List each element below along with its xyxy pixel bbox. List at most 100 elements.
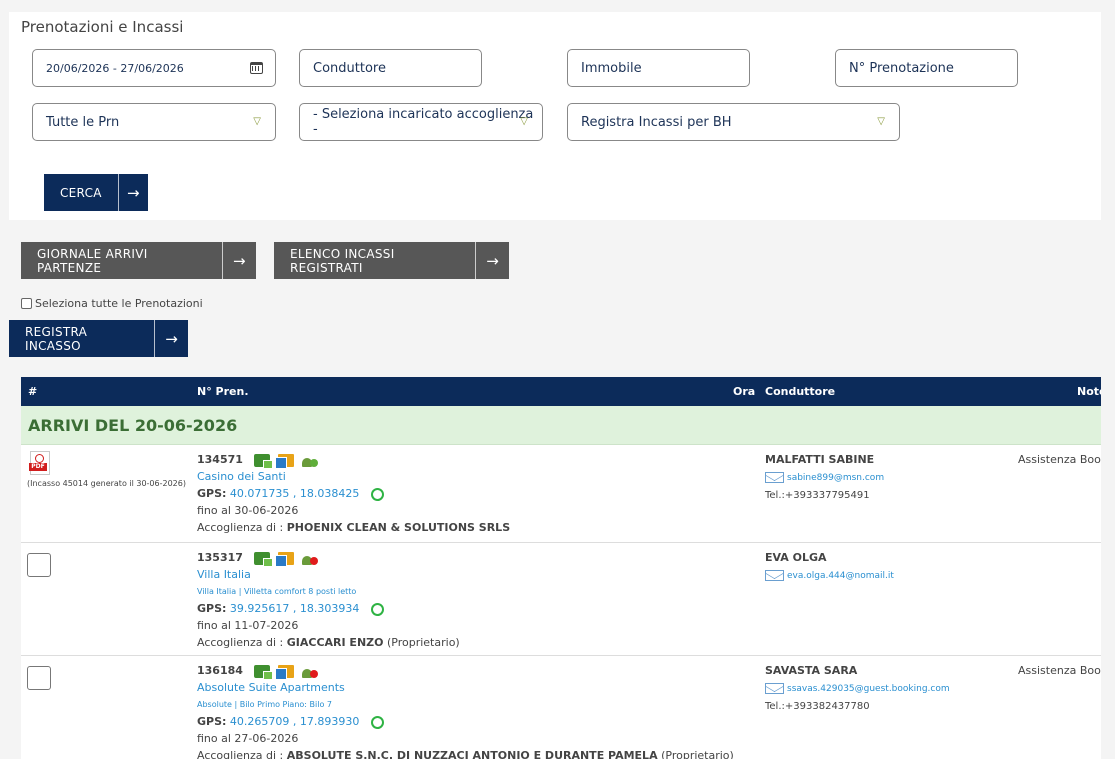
gps-label: GPS: — [197, 602, 227, 615]
prn-select-value: Tutte le Prn — [46, 114, 120, 130]
arrow-right-icon: → — [117, 174, 148, 211]
arrow-right-icon: → — [475, 242, 509, 279]
select-all-checkbox[interactable]: Seleziona tutte le Prenotazioni — [21, 297, 203, 310]
gps-separator: , — [292, 715, 297, 728]
date-range-value: 20/06/2026 - 27/06/2026 — [46, 61, 184, 75]
whatsapp-icon[interactable] — [370, 715, 384, 729]
stay-until: fino al 11-07-2026 — [197, 619, 299, 632]
accoglienza-label: Accoglienza di : — [197, 521, 284, 534]
booking-number[interactable]: 134571 — [197, 453, 243, 466]
envelope-icon — [765, 471, 784, 483]
documents-icon[interactable] — [275, 664, 295, 680]
guest-tel: Tel.:+393337795491 — [765, 490, 870, 501]
gps-lat-link[interactable]: 39.925617 — [230, 602, 290, 615]
calendar-icon[interactable] — [250, 62, 263, 74]
header-ora: Ora — [733, 385, 756, 398]
incaricato-select[interactable]: - Seleziona incaricato accoglienza - ▽ — [299, 103, 543, 141]
gps-label: GPS: — [197, 487, 227, 500]
immobile-input[interactable]: Immobile — [567, 49, 750, 87]
registra-incasso-button[interactable]: REGISTRA INCASSO → — [9, 320, 188, 357]
incaricato-select-value: - Seleziona incaricato accoglienza - — [313, 107, 534, 137]
property-link[interactable]: Casino dei Santi — [197, 468, 510, 485]
table-row: 136184 Absolute Suite Apartments Absolut… — [21, 656, 1101, 759]
pdf-caption: (Incasso 45014 generato il 30-06-2026) — [27, 479, 186, 488]
gps-lat-link[interactable]: 40.265709 — [230, 715, 290, 728]
panel-title: Prenotazioni e Incassi — [21, 18, 184, 36]
chevron-down-icon: ▽ — [520, 116, 528, 127]
guest-email[interactable]: sabine899@msn.com — [787, 473, 884, 483]
registra-select-value: Registra Incassi per BH — [581, 114, 732, 130]
documents-icon[interactable] — [275, 453, 295, 469]
accoglienza-name: ABSOLUTE S.N.C. DI NUZZACI ANTONIO E DUR… — [286, 749, 658, 759]
elenco-label: ELENCO INCASSI REGISTRATI — [290, 246, 395, 275]
guest-tel: Tel.:+393382437780 — [765, 701, 870, 712]
accoglienza-name: PHOENIX CLEAN & SOLUTIONS SRLS — [286, 521, 511, 534]
envelope-icon — [765, 569, 784, 581]
arrow-right-icon: → — [154, 320, 188, 357]
whatsapp-icon[interactable] — [370, 487, 384, 501]
checkin-icon[interactable] — [254, 664, 274, 680]
prenotazione-input[interactable]: N° Prenotazione — [835, 49, 1018, 87]
conduttore-input[interactable]: Conduttore — [299, 49, 482, 87]
guest-name: EVA OLGA — [765, 551, 827, 564]
bookings-table: # N° Pren. Ora Conduttore Note ARRIVI DE… — [21, 377, 1101, 759]
chevron-down-icon: ▽ — [877, 116, 885, 127]
accoglienza-role: (Proprietario) — [661, 749, 734, 759]
giornale-arrivi-button[interactable]: GIORNALE ARRIVI PARTENZE → — [21, 242, 256, 279]
select-all-label: Seleziona tutte le Prenotazioni — [35, 297, 203, 310]
registra-label: REGISTRA INCASSO — [25, 324, 88, 353]
header-conduttore: Conduttore — [765, 385, 836, 398]
gps-separator: , — [292, 487, 297, 500]
checkin-icon[interactable] — [254, 551, 274, 567]
checkin-icon[interactable] — [254, 453, 274, 469]
staff-assigned-icon[interactable] — [302, 454, 319, 467]
note-text: Assistenza Bookir — [1018, 453, 1101, 466]
guest-email[interactable]: ssavas.429035@guest.booking.com — [787, 684, 950, 694]
unit-name: Absolute | Bilo Primo Piano: Bilo 7 — [197, 700, 332, 709]
accoglienza-label: Accoglienza di : — [197, 749, 284, 759]
documents-icon[interactable] — [275, 551, 295, 567]
envelope-icon — [765, 682, 784, 694]
whatsapp-icon[interactable] — [370, 602, 384, 616]
cerca-button[interactable]: CERCA → — [44, 174, 148, 211]
property-link[interactable]: Villa Italia — [197, 566, 460, 583]
accoglienza-role: (Proprietario) — [386, 636, 460, 649]
header-hash: # — [28, 385, 38, 398]
header-pren: N° Pren. — [197, 385, 249, 398]
chevron-down-icon: ▽ — [253, 116, 261, 127]
booking-number[interactable]: 136184 — [197, 664, 243, 677]
unit-name: Villa Italia | Villetta comfort 8 posti … — [197, 587, 357, 596]
table-row: 135317 Villa Italia Villa Italia | Ville… — [21, 543, 1101, 656]
prenotazione-placeholder: N° Prenotazione — [849, 60, 954, 76]
gps-lat-link[interactable]: 40.071735 — [230, 487, 290, 500]
table-row: PDF (Incasso 45014 generato il 30-06-202… — [21, 445, 1101, 543]
giornale-label: GIORNALE ARRIVI PARTENZE — [37, 246, 148, 275]
cerca-label: CERCA — [60, 185, 102, 200]
guest-name: SAVASTA SARA — [765, 664, 858, 677]
property-link[interactable]: Absolute Suite Apartments — [197, 679, 734, 696]
staff-missing-icon[interactable] — [302, 665, 319, 678]
gps-lon-link[interactable]: 18.038425 — [300, 487, 360, 500]
note-text: Assistenza Bookir — [1018, 664, 1101, 677]
accoglienza-name: GIACCARI ENZO — [286, 636, 384, 649]
gps-lon-link[interactable]: 18.303934 — [300, 602, 360, 615]
staff-missing-icon[interactable] — [302, 552, 319, 565]
prn-select[interactable]: Tutte le Prn ▽ — [32, 103, 276, 141]
table-header: # N° Pren. Ora Conduttore Note — [21, 377, 1101, 406]
conduttore-placeholder: Conduttore — [313, 60, 386, 76]
elenco-incassi-button[interactable]: ELENCO INCASSI REGISTRATI → — [274, 242, 509, 279]
stay-until: fino al 27-06-2026 — [197, 732, 299, 745]
row-checkbox[interactable] — [27, 666, 51, 690]
gps-lon-link[interactable]: 17.893930 — [300, 715, 360, 728]
pdf-icon[interactable]: PDF — [29, 451, 50, 475]
checkbox-icon[interactable] — [21, 298, 32, 309]
stay-until: fino al 30-06-2026 — [197, 504, 299, 517]
booking-number[interactable]: 135317 — [197, 551, 243, 564]
registra-select[interactable]: Registra Incassi per BH ▽ — [567, 103, 900, 141]
gps-separator: , — [292, 602, 297, 615]
date-range-field[interactable]: 20/06/2026 - 27/06/2026 — [32, 49, 276, 87]
guest-email[interactable]: eva.olga.444@nomail.it — [787, 571, 894, 581]
arrow-right-icon: → — [221, 242, 256, 279]
row-checkbox[interactable] — [27, 553, 51, 577]
header-note: Note — [1077, 385, 1101, 398]
